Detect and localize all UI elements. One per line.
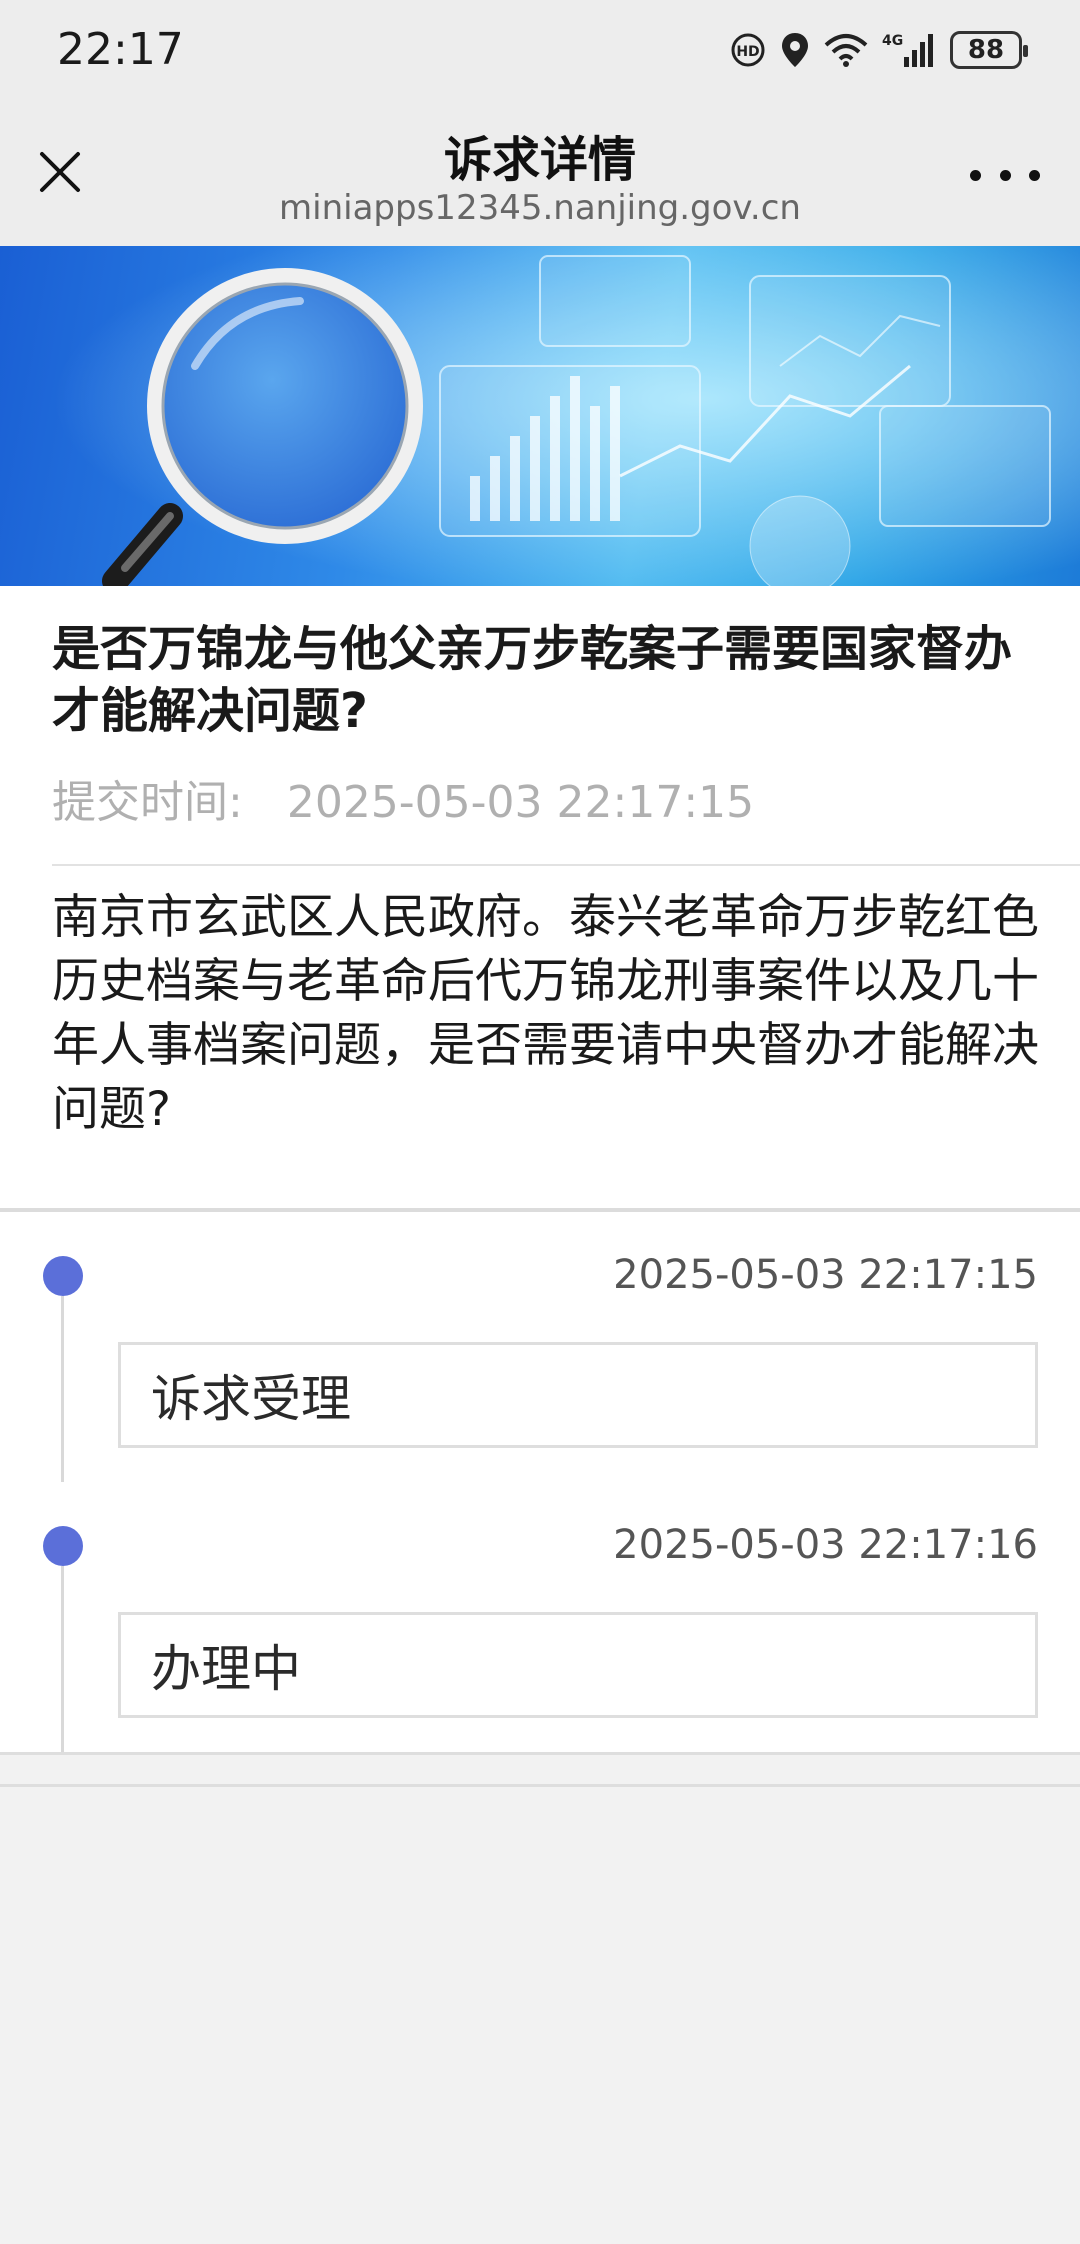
page-url: miniapps12345.nanjing.gov.cn [279,188,801,228]
submit-time-value: 2025-05-03 22:17:15 [286,777,755,828]
case-card: 是否万锦龙与他父亲万步乾案子需要国家督办才能解决问题? 提交时间: 2025-05… [0,586,1080,1211]
case-content: 南京市玄武区人民政府。泰兴老革命万步乾红色历史档案与老革命后代万锦龙刑事案件以及… [52,890,1039,1137]
timeline-time: 2025-05-03 22:17:15 [613,1252,1038,1298]
banner-image [0,246,1080,586]
status-time: 22:17 [57,24,184,75]
more-icon-dot [970,169,981,181]
wifi-icon [824,34,868,67]
timeline-item: 2025-05-03 22:17:16 办理中 [0,1482,1080,1752]
status-bar: 22:17 HD 4G 88 [0,0,1080,100]
timeline-line [61,1296,64,1482]
divider [0,1752,1080,1755]
timeline-status-box: 办理中 [118,1612,1038,1718]
divider [0,1784,1080,1787]
timeline-status: 办理中 [151,1640,301,1698]
status-icons: HD 4G 88 [730,28,1028,72]
timeline-dot [43,1526,83,1566]
location-icon [782,33,808,67]
timeline-status: 诉求受理 [151,1370,351,1428]
battery-level: 88 [967,35,1005,65]
svg-text:4G: 4G [882,33,903,49]
case-title: 是否万锦龙与他父亲万步乾案子需要国家督办才能解决问题? [52,621,1013,739]
timeline-time: 2025-05-03 22:17:16 [613,1522,1038,1568]
battery-icon: 88 [950,31,1028,69]
banner-illustration [0,246,1080,586]
page-title: 诉求详情 [443,132,636,188]
timeline-item: 2025-05-03 22:17:15 诉求受理 [0,1212,1080,1482]
timeline-dot [43,1256,83,1296]
timeline-status-box: 诉求受理 [118,1342,1038,1448]
nav-bar: 诉求详情 miniapps12345.nanjing.gov.cn [0,100,1080,246]
svg-text:HD: HD [736,44,759,60]
hd-call-icon: HD [731,33,765,67]
more-button[interactable] [970,160,1040,190]
signal-icon: 4G [882,33,933,67]
submit-time-row: 提交时间: 2025-05-03 22:17:15 [52,766,754,830]
more-icon-dot [999,169,1011,181]
progress-timeline: 2025-05-03 22:17:15 诉求受理 2025-05-03 22:1… [0,1212,1080,1752]
divider [52,864,1080,866]
more-icon-dot [1029,169,1040,181]
timeline-line [61,1566,64,1752]
submit-time-label: 提交时间: [52,777,243,828]
